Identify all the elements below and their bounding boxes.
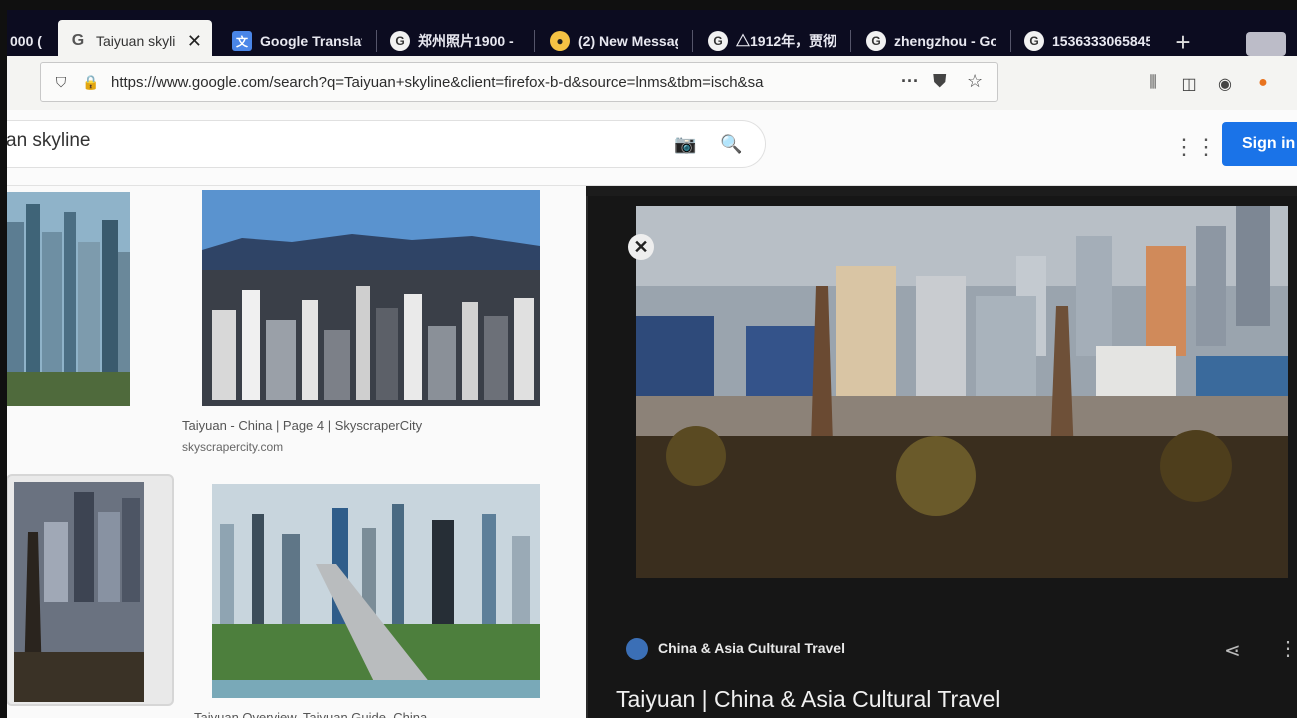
url-text[interactable]: https://www.google.com/search?q=Taiyuan+…: [111, 74, 861, 91]
sidebar-icon[interactable]: ◫: [1178, 74, 1200, 94]
result-thumbnail[interactable]: [6, 192, 130, 406]
tab-divider: [692, 30, 693, 52]
city-photo: [212, 484, 540, 698]
pagoda-skyline-photo: [636, 206, 1288, 578]
address-bar[interactable]: ⛉ 🔒 https://www.google.com/search?q=Taiy…: [40, 62, 998, 102]
navigation-bar: ⛉ 🔒 https://www.google.com/search?q=Taiy…: [0, 56, 1297, 110]
tab-label: 郑州照片1900 -: [418, 33, 514, 49]
search-header: an skyline 📷 🔍 ⋮⋮⋮ Sign in: [0, 110, 1297, 186]
preview-source[interactable]: China & Asia Cultural Travel: [658, 640, 845, 656]
new-tab-button[interactable]: +: [1170, 29, 1196, 56]
message-icon: ●: [550, 31, 570, 51]
tab-label: 000 (: [10, 33, 42, 49]
sign-in-button[interactable]: Sign in: [1222, 122, 1297, 166]
result-source[interactable]: skyscrapercity.com: [182, 440, 283, 454]
image-preview-panel: ✕ China & Asia Cultural Travel ⋖ ⋮ Taiyu…: [586, 196, 1297, 718]
account-icon[interactable]: ◉: [1214, 74, 1236, 94]
result-thumbnail-selected[interactable]: [6, 474, 174, 706]
tab-label: Google Translate: [260, 33, 362, 49]
google-g-icon: G: [866, 31, 886, 51]
result-thumbnail[interactable]: [212, 484, 540, 698]
result-thumbnail[interactable]: [202, 190, 540, 406]
close-tab-icon[interactable]: ✕: [187, 31, 202, 52]
extension-icon[interactable]: ●: [1252, 74, 1274, 94]
lock-icon[interactable]: 🔒: [81, 74, 101, 91]
star-icon[interactable]: ☆: [967, 71, 983, 92]
search-box[interactable]: [0, 120, 766, 168]
translate-icon: 文: [232, 31, 252, 51]
google-g-icon: G: [390, 31, 410, 51]
tab-label: 15363330658454: [1052, 33, 1150, 49]
result-title[interactable]: Taiyuan Overview, Taiyuan Guide, China: [194, 710, 427, 718]
globe-icon: [626, 638, 648, 660]
tab-divider: [850, 30, 851, 52]
tab-label: △1912年，贾彻: [736, 33, 836, 49]
tab-divider: [376, 30, 377, 52]
city-photo: [202, 190, 540, 406]
pagoda-photo: [14, 482, 144, 702]
page-actions-button[interactable]: ···: [901, 71, 919, 92]
tab-label: zhengzhou - Go: [894, 33, 996, 49]
tab-strip: 000 ( G Taiyuan skylin ✕ 文 Google Transl…: [0, 10, 1297, 62]
screen-bezel-left: [0, 0, 7, 718]
tab-label: (2) New Message: [578, 33, 678, 49]
pocket-icon[interactable]: ⛊: [933, 71, 947, 92]
image-results: Taiyuan - China | Page 4 | SkyscraperCit…: [0, 186, 586, 718]
tab-divider: [534, 30, 535, 52]
screen-bezel-top: [0, 0, 1297, 10]
search-icon[interactable]: 🔍: [720, 134, 742, 155]
google-g-icon: G: [1024, 31, 1044, 51]
window-minimize-button[interactable]: [1246, 32, 1286, 56]
google-g-icon: G: [708, 31, 728, 51]
result-title[interactable]: Taiyuan - China | Page 4 | SkyscraperCit…: [182, 418, 422, 433]
more-icon[interactable]: ⋮: [1278, 636, 1297, 661]
camera-icon[interactable]: 📷: [674, 134, 696, 155]
tab-divider: [1010, 30, 1011, 52]
share-icon[interactable]: ⋖: [1224, 638, 1241, 663]
preview-title[interactable]: Taiyuan | China & Asia Cultural Travel: [616, 686, 1000, 713]
preview-image[interactable]: [636, 206, 1288, 578]
library-icon[interactable]: ⫼: [1142, 74, 1164, 94]
close-preview-button[interactable]: ✕: [628, 234, 654, 260]
shield-icon[interactable]: ⛉: [51, 74, 71, 91]
tab-label: Taiyuan skylin: [96, 33, 175, 49]
search-input[interactable]: an skyline: [6, 130, 91, 152]
google-g-icon: G: [71, 32, 85, 49]
city-photo: [6, 192, 130, 406]
